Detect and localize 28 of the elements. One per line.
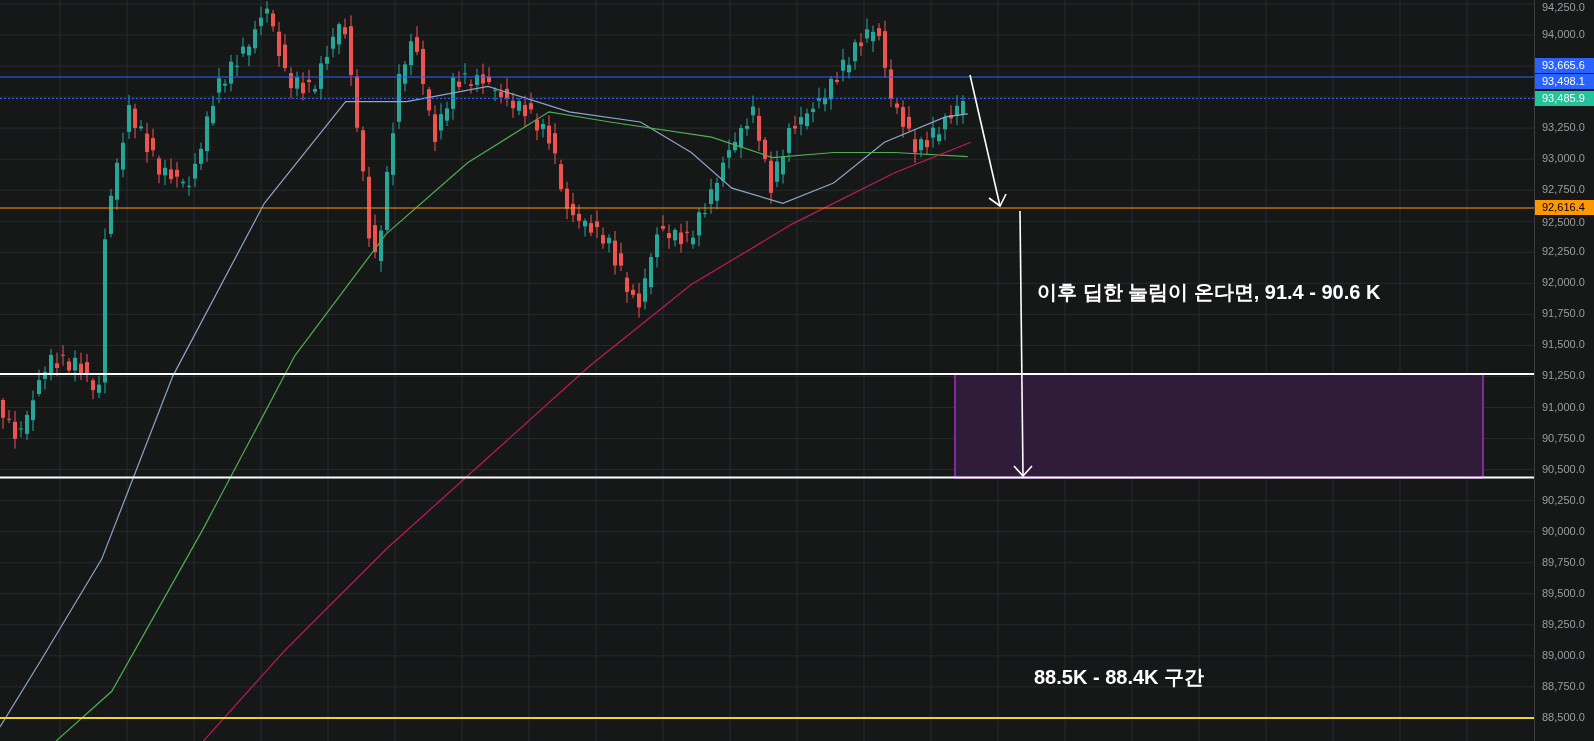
price-tag: 93,665.6 [1535,58,1594,73]
price-axis-label: 93,250.0 [1542,120,1585,136]
price-axis-label: 91,750.0 [1542,306,1585,322]
chart-annotation: 88.5K - 88.4K 구간 [1034,665,1205,689]
price-axis-label: 88,750.0 [1542,678,1585,694]
price-axis-label: 89,000.0 [1542,647,1585,663]
price-axis-label: 88,500.0 [1542,709,1585,725]
price-tag: 92,616.4 [1535,200,1594,215]
price-axis-label: 93,000.0 [1542,151,1585,167]
price-tag: 93,485.9 [1535,91,1594,106]
price-axis-label: 89,250.0 [1542,616,1585,632]
price-axis-label: 89,500.0 [1542,585,1585,601]
price-axis-label: 90,250.0 [1542,492,1585,508]
price-axis-label: 94,000.0 [1542,27,1585,43]
price-axis-label: 90,500.0 [1542,461,1585,477]
price-axis-label: 91,000.0 [1542,399,1585,415]
price-axis-label: 92,750.0 [1542,182,1585,198]
price-axis-label: 92,000.0 [1542,275,1585,291]
price-axis-label: 92,250.0 [1542,244,1585,260]
price-axis-label: 91,500.0 [1542,337,1585,353]
price-axis-label: 90,000.0 [1542,523,1585,539]
price-tag: 93,498.1 [1535,74,1594,89]
price-axis-label: 90,750.0 [1542,430,1585,446]
price-axis-label: 89,750.0 [1542,554,1585,570]
price-axis-label: 91,250.0 [1542,368,1585,384]
price-axis-label: 94,250.0 [1542,0,1585,15]
chart-annotation: 이후 딥한 눌림이 온다면, 91.4 - 90.6 K [1037,280,1381,304]
price-axis-label: 92,500.0 [1542,215,1585,231]
